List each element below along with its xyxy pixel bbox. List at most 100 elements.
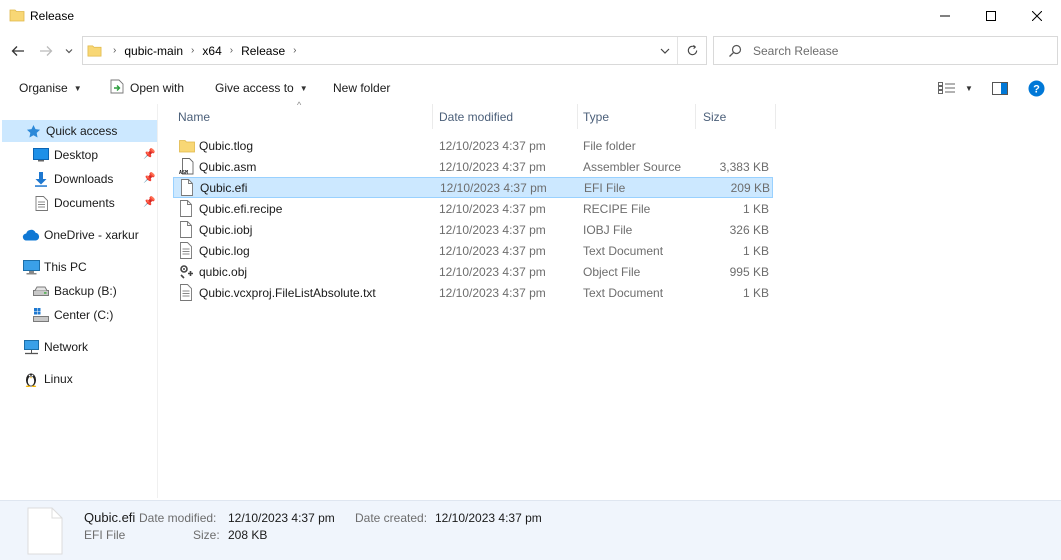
sidebar-item-documents[interactable]: Documents (32, 192, 115, 214)
file-row[interactable]: Qubic.tlog 12/10/2023 4:37 pm File folde… (173, 135, 773, 156)
sidebar-item-label: Linux (44, 372, 73, 386)
search-box[interactable] (713, 36, 1058, 65)
column-header-label: Name (178, 109, 211, 124)
arrow-right-icon (40, 46, 53, 56)
search-input[interactable] (753, 42, 1043, 60)
caret-down-icon: ▼ (299, 83, 308, 93)
navigation-pane: Quick access Desktop 📌 Downloads 📌 Docum… (0, 104, 158, 498)
blank-file-icon (179, 219, 193, 240)
address-dropdown-button[interactable] (654, 37, 676, 64)
file-type: Assembler Source (583, 159, 682, 174)
minimize-icon (940, 15, 950, 17)
object-file-icon (179, 261, 195, 282)
breadcrumb-separator[interactable]: › (230, 45, 233, 56)
computer-icon (22, 259, 40, 275)
column-header-size[interactable]: Size (698, 104, 776, 129)
sidebar-item-backup-drive[interactable]: Backup (B:) (32, 280, 117, 302)
give-access-label: Give access to (215, 81, 294, 95)
new-folder-button[interactable]: New folder (333, 74, 390, 102)
file-date: 12/10/2023 4:37 pm (439, 285, 546, 300)
file-type: EFI File (584, 180, 626, 195)
file-row[interactable]: Qubic.efi.recipe 12/10/2023 4:37 pm RECI… (173, 198, 773, 219)
breadcrumb: › qubic-main › x64 › Release › (105, 37, 304, 64)
column-header-label: Type (583, 109, 610, 124)
sidebar-item-label: Quick access (46, 124, 118, 138)
file-type: IOBJ File (583, 222, 633, 237)
file-size: 326 KB (729, 222, 769, 237)
network-icon (22, 339, 40, 355)
file-size: 995 KB (729, 264, 769, 279)
details-size-value: 208 KB (228, 528, 268, 542)
column-header-date-modified[interactable]: Date modified (434, 104, 578, 129)
close-button[interactable] (1014, 0, 1060, 32)
file-date: 12/10/2023 4:37 pm (439, 159, 546, 174)
file-row[interactable]: Qubic.efi 12/10/2023 4:37 pm EFI File 20… (173, 177, 773, 198)
folder-icon (87, 43, 102, 61)
view-options-button[interactable]: ▼ (938, 74, 973, 102)
sidebar-item-this-pc[interactable]: This PC (22, 256, 87, 278)
breadcrumb-item-release[interactable]: Release (241, 44, 285, 58)
sidebar-item-label: This PC (44, 260, 87, 274)
blank-file-icon (179, 198, 193, 219)
sidebar-item-desktop[interactable]: Desktop (32, 144, 98, 166)
file-row[interactable]: qubic.obj 12/10/2023 4:37 pm Object File… (173, 261, 773, 282)
cloud-icon (22, 229, 40, 241)
maximize-icon (986, 11, 996, 21)
sidebar-item-center-drive[interactable]: Center (C:) (32, 304, 113, 326)
details-pane: Qubic.efi Date modified: 12/10/2023 4:37… (0, 500, 1061, 560)
help-button[interactable]: ? (1028, 74, 1045, 102)
caret-down-icon: ▼ (965, 83, 973, 93)
file-size: 1 KB (742, 201, 769, 216)
new-folder-label: New folder (333, 81, 391, 95)
file-size: 3,383 KB (719, 159, 769, 174)
pin-icon: 📌 (143, 149, 156, 160)
pin-icon: 📌 (143, 197, 156, 208)
breadcrumb-item-qubic-main[interactable]: qubic-main (124, 44, 183, 58)
file-row[interactable]: Qubic.vcxproj.FileListAbsolute.txt 12/10… (173, 282, 773, 303)
file-row[interactable]: Qubic.log 12/10/2023 4:37 pm Text Docume… (173, 240, 773, 261)
back-button[interactable] (9, 42, 27, 60)
file-name: Qubic.efi.recipe (199, 201, 283, 216)
drive-icon (32, 286, 50, 296)
breadcrumb-separator[interactable]: › (293, 45, 296, 56)
sidebar-item-linux[interactable]: Linux (22, 368, 73, 390)
open-with-icon (110, 79, 124, 97)
maximize-button[interactable] (968, 0, 1014, 32)
star-icon (24, 124, 42, 139)
recent-locations-button[interactable] (64, 42, 74, 60)
minimize-button[interactable] (922, 0, 968, 32)
file-size: 209 KB (730, 180, 770, 195)
preview-pane-icon (992, 81, 1008, 95)
file-row[interactable]: ASM Qubic.asm 12/10/2023 4:37 pm Assembl… (173, 156, 773, 177)
file-name: Qubic.iobj (199, 222, 253, 237)
file-date: 12/10/2023 4:37 pm (440, 180, 547, 195)
svg-text:?: ? (1033, 83, 1040, 95)
details-file-name: Qubic.efi (84, 510, 136, 525)
refresh-icon (687, 44, 698, 56)
address-bar[interactable]: › qubic-main › x64 › Release › (82, 36, 707, 65)
sidebar-item-quick-access[interactable]: Quick access (2, 120, 157, 142)
refresh-button[interactable] (677, 37, 707, 64)
sidebar-item-onedrive[interactable]: OneDrive - xarkur (22, 224, 139, 246)
file-name: Qubic.asm (199, 159, 257, 174)
preview-pane-button[interactable] (992, 74, 1008, 102)
breadcrumb-separator[interactable]: › (191, 45, 194, 56)
give-access-button[interactable]: Give access to ▼ (215, 74, 308, 102)
organise-button[interactable]: Organise ▼ (19, 74, 82, 102)
windows-drive-icon (32, 308, 50, 322)
file-name: Qubic.log (199, 243, 250, 258)
file-row[interactable]: Qubic.iobj 12/10/2023 4:37 pm IOBJ File … (173, 219, 773, 240)
file-name: Qubic.tlog (199, 138, 254, 153)
sidebar-item-downloads[interactable]: Downloads (32, 168, 113, 190)
file-type: Text Document (583, 285, 664, 300)
open-with-button[interactable]: Open with (110, 74, 184, 102)
svg-text:ASM: ASM (179, 170, 188, 175)
sidebar-item-network[interactable]: Network (22, 336, 88, 358)
details-file-type: EFI File (84, 528, 126, 542)
column-header-name[interactable]: Name (173, 104, 433, 129)
sidebar-item-label: OneDrive - xarkur (44, 228, 139, 242)
file-size (696, 135, 769, 156)
column-header-type[interactable]: Type (578, 104, 696, 129)
forward-button[interactable] (37, 42, 55, 60)
breadcrumb-item-x64[interactable]: x64 (202, 44, 221, 58)
